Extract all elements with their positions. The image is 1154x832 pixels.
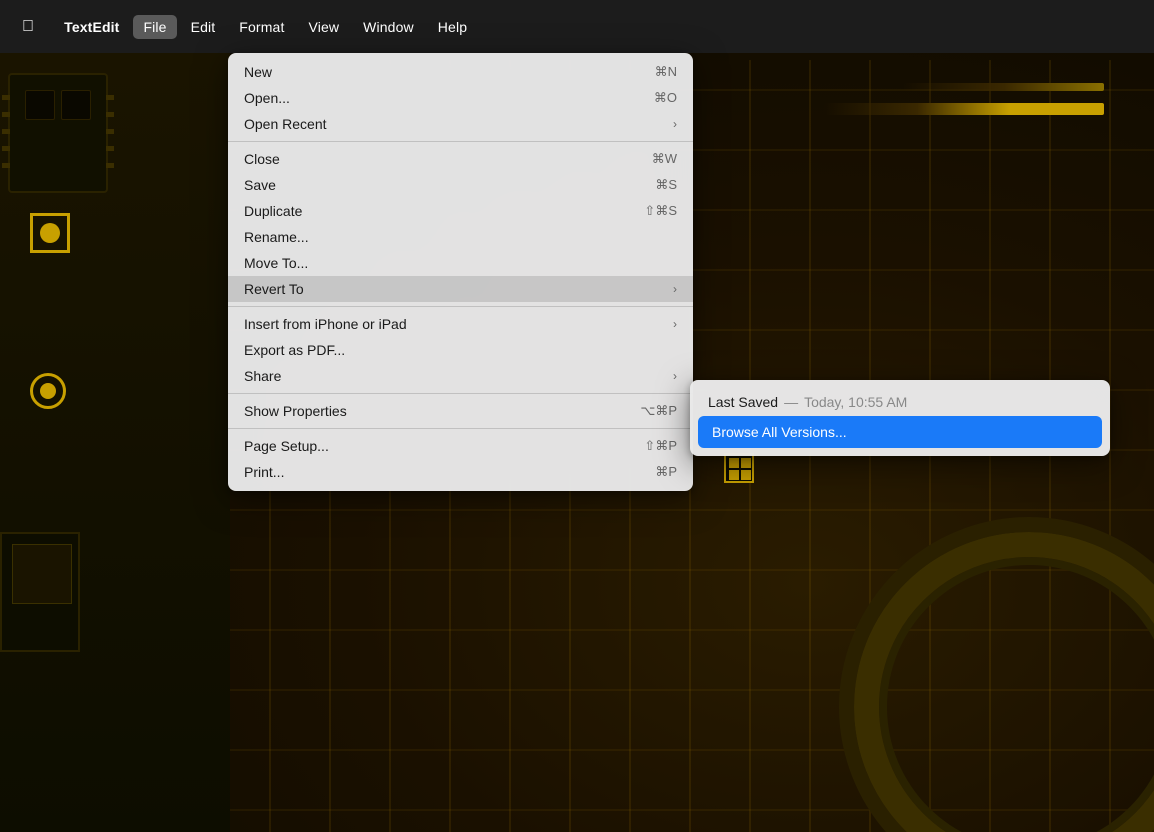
separator-1 xyxy=(228,141,693,142)
menu-item-new[interactable]: New ⌘N xyxy=(228,59,693,85)
grid-component xyxy=(724,453,754,483)
menu-item-share[interactable]: Share › xyxy=(228,363,693,389)
menu-item-show-properties-shortcut: ⌥⌘P xyxy=(640,403,677,419)
menu-item-close[interactable]: Close ⌘W xyxy=(228,146,693,172)
browse-all-versions-button[interactable]: Browse All Versions... xyxy=(698,416,1102,448)
last-saved-dash: — xyxy=(784,394,798,410)
menu-item-close-label: Close xyxy=(244,151,652,167)
menu-item-show-properties[interactable]: Show Properties ⌥⌘P xyxy=(228,398,693,424)
yellow-dot-2 xyxy=(40,383,56,399)
file-menu-dropdown: New ⌘N Open... ⌘O Open Recent › Close ⌘W… xyxy=(228,53,693,491)
menu-item-export-pdf-label: Export as PDF... xyxy=(244,342,677,358)
menu-item-duplicate-label: Duplicate xyxy=(244,203,644,219)
menu-item-move-to[interactable]: Move To... xyxy=(228,250,693,276)
yellow-dot-1 xyxy=(40,223,60,243)
menu-item-close-shortcut: ⌘W xyxy=(652,151,677,167)
menu-item-page-setup-label: Page Setup... xyxy=(244,438,644,454)
share-arrow: › xyxy=(673,369,677,383)
last-saved-label: Last Saved xyxy=(708,394,778,410)
apple-menu[interactable]:  xyxy=(12,14,44,40)
menu-item-print-shortcut: ⌘P xyxy=(655,464,677,480)
menu-item-open-recent-label: Open Recent xyxy=(244,116,669,132)
menu-item-rename-label: Rename... xyxy=(244,229,677,245)
menu-item-save[interactable]: Save ⌘S xyxy=(228,172,693,198)
menu-item-open-recent[interactable]: Open Recent › xyxy=(228,111,693,137)
separator-2 xyxy=(228,306,693,307)
file-menu-trigger[interactable]: File xyxy=(133,15,176,39)
separator-3 xyxy=(228,393,693,394)
menu-item-show-properties-label: Show Properties xyxy=(244,403,640,419)
menu-item-share-label: Share xyxy=(244,368,669,384)
gear-arc xyxy=(854,532,1154,832)
menu-item-insert-from[interactable]: Insert from iPhone or iPad › xyxy=(228,311,693,337)
format-menu-trigger[interactable]: Format xyxy=(229,15,294,39)
textedit-menu[interactable]: TextEdit xyxy=(54,15,129,39)
menu-item-duplicate[interactable]: Duplicate ⇧⌘S xyxy=(228,198,693,224)
menu-item-revert-to-label: Revert To xyxy=(244,281,669,297)
menu-item-insert-from-label: Insert from iPhone or iPad xyxy=(244,316,669,332)
open-recent-arrow: › xyxy=(673,117,677,131)
insert-from-arrow: › xyxy=(673,317,677,331)
menu-item-export-pdf[interactable]: Export as PDF... xyxy=(228,337,693,363)
menu-item-rename[interactable]: Rename... xyxy=(228,224,693,250)
help-menu-trigger[interactable]: Help xyxy=(428,15,477,39)
menu-item-page-setup-shortcut: ⇧⌘P xyxy=(644,438,677,454)
menu-item-new-label: New xyxy=(244,64,655,80)
menu-item-open-shortcut: ⌘O xyxy=(654,90,677,106)
edit-menu-trigger[interactable]: Edit xyxy=(181,15,226,39)
menu-item-print-label: Print... xyxy=(244,464,655,480)
menu-item-duplicate-shortcut: ⇧⌘S xyxy=(644,203,677,219)
menu-item-save-shortcut: ⌘S xyxy=(655,177,677,193)
menu-item-open-label: Open... xyxy=(244,90,654,106)
menu-item-revert-to[interactable]: Revert To › xyxy=(228,276,693,302)
view-menu-trigger[interactable]: View xyxy=(298,15,349,39)
menubar:  TextEdit File Edit Format View Window … xyxy=(0,0,1154,53)
window-menu-trigger[interactable]: Window xyxy=(353,15,424,39)
menu-item-open[interactable]: Open... ⌘O xyxy=(228,85,693,111)
revert-to-arrow: › xyxy=(673,282,677,296)
ic-chip-decoration xyxy=(8,73,108,193)
last-saved-time: Today, 10:55 AM xyxy=(804,394,907,410)
rect-component xyxy=(0,532,80,652)
revert-to-submenu: Last Saved — Today, 10:55 AM Browse All … xyxy=(690,380,1110,456)
menu-item-save-label: Save xyxy=(244,177,655,193)
menu-item-print[interactable]: Print... ⌘P xyxy=(228,459,693,485)
circuit-left-panel xyxy=(0,53,230,832)
menu-item-new-shortcut: ⌘N xyxy=(655,64,677,80)
last-saved-row: Last Saved — Today, 10:55 AM xyxy=(698,388,1102,416)
menu-item-move-to-label: Move To... xyxy=(244,255,677,271)
separator-4 xyxy=(228,428,693,429)
menu-item-page-setup[interactable]: Page Setup... ⇧⌘P xyxy=(228,433,693,459)
